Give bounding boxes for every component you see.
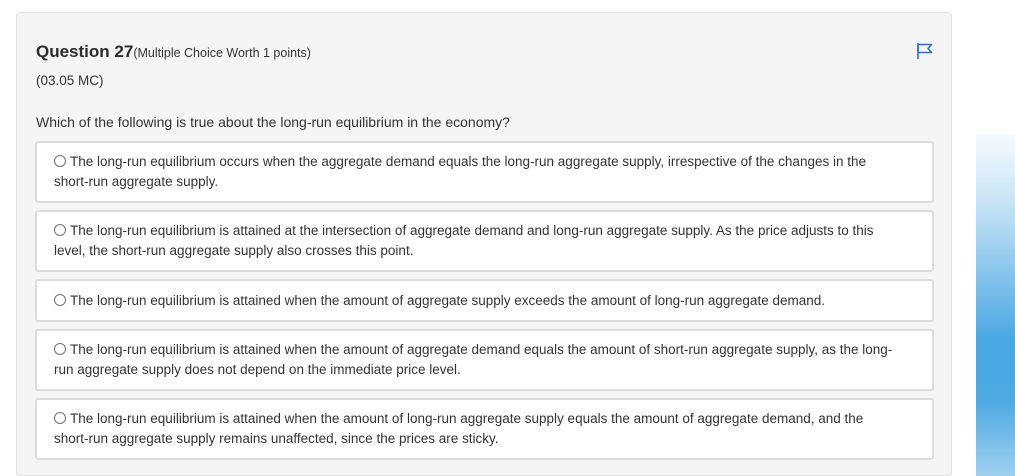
answer-option-e[interactable]: The long-run equilibrium is attained whe… bbox=[35, 398, 934, 460]
question-card: Question 27(Multiple Choice Worth 1 poin… bbox=[16, 12, 952, 476]
question-header: Question 27(Multiple Choice Worth 1 poin… bbox=[36, 42, 311, 62]
answer-option-a[interactable]: The long-run equilibrium occurs when the… bbox=[35, 141, 934, 203]
question-text: Which of the following is true about the… bbox=[36, 114, 510, 130]
radio-button[interactable] bbox=[54, 224, 66, 236]
answer-option-b[interactable]: The long-run equilibrium is attained at … bbox=[35, 210, 934, 272]
question-code: (03.05 MC) bbox=[36, 73, 104, 88]
question-title: Question 27 bbox=[36, 42, 134, 61]
flag-button[interactable] bbox=[915, 41, 935, 61]
side-decoration bbox=[976, 134, 1015, 476]
answer-options: The long-run equilibrium occurs when the… bbox=[35, 141, 934, 467]
radio-button[interactable] bbox=[54, 343, 66, 355]
answer-option-text: The long-run equilibrium is attained whe… bbox=[54, 342, 893, 377]
answer-option-text: The long-run equilibrium is attained whe… bbox=[70, 293, 825, 308]
flag-icon bbox=[917, 43, 933, 59]
radio-button[interactable] bbox=[54, 294, 66, 306]
page: Question 27(Multiple Choice Worth 1 poin… bbox=[0, 0, 1015, 476]
radio-button[interactable] bbox=[54, 155, 66, 167]
answer-option-text: The long-run equilibrium occurs when the… bbox=[54, 154, 866, 189]
answer-option-text: The long-run equilibrium is attained at … bbox=[54, 223, 874, 258]
answer-option-d[interactable]: The long-run equilibrium is attained whe… bbox=[35, 329, 934, 391]
answer-option-c[interactable]: The long-run equilibrium is attained whe… bbox=[35, 279, 934, 322]
answer-option-text: The long-run equilibrium is attained whe… bbox=[54, 411, 864, 446]
radio-button[interactable] bbox=[54, 412, 66, 424]
question-meta: (Multiple Choice Worth 1 points) bbox=[133, 46, 311, 60]
